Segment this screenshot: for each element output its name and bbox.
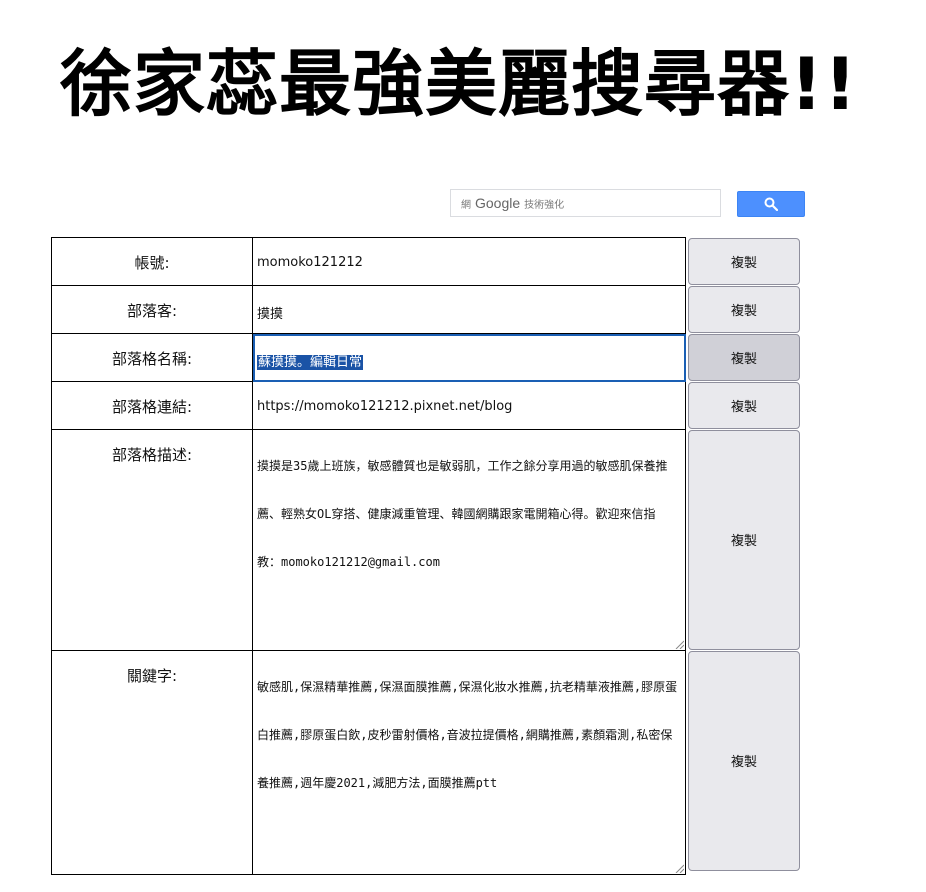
label-blog-description: 部落格描述: — [51, 429, 253, 651]
row-blog-link: 部落格連結: https://momoko121212.pixnet.net/b… — [51, 381, 803, 430]
page-title: 徐家蕊最強美麗搜尋器!! — [60, 42, 858, 126]
account-field[interactable]: momoko121212 — [252, 237, 686, 286]
copy-blog-link-button[interactable]: 複製 — [688, 381, 800, 429]
copy-blogger-button[interactable]: 複製 — [688, 285, 800, 333]
copy-blog-description-button[interactable]: 複製 — [688, 429, 800, 650]
selected-text: 蘇摸摸。編輯日常 — [257, 355, 364, 370]
keywords-textarea[interactable]: 敏感肌,保濕精華推薦,保濕面膜推薦,保濕化妝水推薦,抗老精華液推薦,膠原蛋白推薦… — [252, 650, 686, 875]
copy-account-button[interactable]: 複製 — [688, 237, 800, 285]
label-account: 帳號: — [51, 237, 253, 286]
resize-grip-icon[interactable] — [674, 863, 684, 873]
row-keywords: 關鍵字: 敏感肌,保濕精華推薦,保濕面膜推薦,保濕化妝水推薦,抗老精華液推薦,膠… — [51, 650, 803, 875]
search-branding: 網 Google 技術強化 — [461, 195, 565, 211]
label-keywords: 關鍵字: — [51, 650, 253, 875]
search-icon — [764, 197, 778, 211]
row-account: 帳號: momoko121212 複製 — [51, 237, 803, 286]
blog-description-textarea[interactable]: 摸摸是35歲上班族，敏感體質也是敏弱肌，工作之餘分享用過的敏感肌保養推薦、輕熟女… — [252, 429, 686, 651]
blog-info-form: 帳號: momoko121212 複製 部落客: 摸摸 複製 部落格名稱: 蘇摸… — [51, 237, 803, 875]
label-blog-name: 部落格名稱: — [51, 333, 253, 382]
label-blogger: 部落客: — [51, 285, 253, 334]
copy-blog-name-button[interactable]: 複製 — [688, 333, 800, 381]
resize-grip-icon[interactable] — [674, 639, 684, 649]
row-blogger: 部落客: 摸摸 複製 — [51, 285, 803, 334]
blogger-field[interactable]: 摸摸 — [252, 285, 686, 334]
label-blog-link: 部落格連結: — [51, 381, 253, 430]
search-input[interactable]: 網 Google 技術強化 — [450, 189, 721, 217]
blog-link-field[interactable]: https://momoko121212.pixnet.net/blog — [252, 381, 686, 430]
copy-keywords-button[interactable]: 複製 — [688, 650, 800, 871]
search-button[interactable] — [737, 191, 805, 217]
blog-name-field[interactable]: 蘇摸摸。編輯日常 — [252, 333, 686, 382]
row-blog-description: 部落格描述: 摸摸是35歲上班族，敏感體質也是敏弱肌，工作之餘分享用過的敏感肌保… — [51, 429, 803, 651]
row-blog-name: 部落格名稱: 蘇摸摸。編輯日常 複製 — [51, 333, 803, 382]
